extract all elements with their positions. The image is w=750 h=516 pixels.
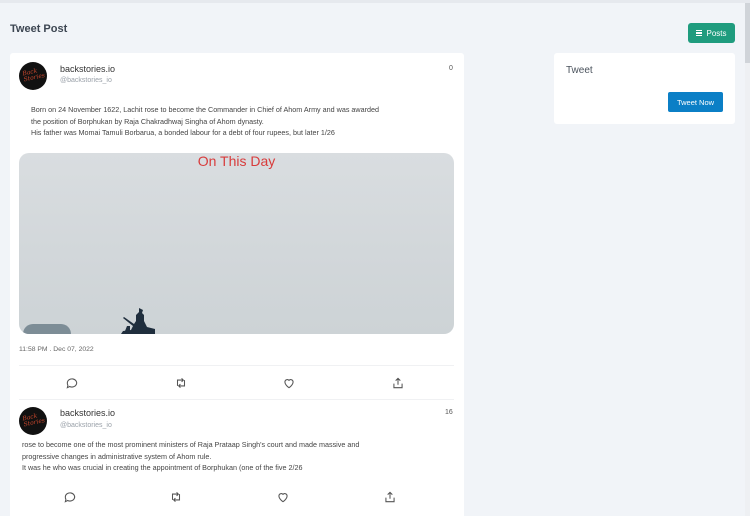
tweet-text-line: It was he who was crucial in creating th… <box>22 463 303 472</box>
heart-icon[interactable] <box>275 489 291 505</box>
share-icon[interactable] <box>382 489 398 505</box>
tweet-text: Born on 24 November 1622, Lachit rose to… <box>31 104 379 139</box>
statue-silhouette <box>121 308 155 334</box>
tweet-author-handle: @backstories_io <box>60 422 112 429</box>
heart-icon[interactable] <box>281 375 297 391</box>
tweet-count: 0 <box>449 65 453 72</box>
bars-icon <box>696 29 703 37</box>
avatar-text: Back Stories <box>21 67 46 84</box>
tweet-author-name[interactable]: backstories.io <box>60 64 115 74</box>
scrollbar[interactable] <box>745 3 750 516</box>
comment-icon[interactable] <box>64 375 80 391</box>
tweet-text: rose to become one of the most prominent… <box>22 439 359 474</box>
tweet-author-handle: @backstories_io <box>60 77 112 84</box>
tweet-card: Back Stories backstories.io @backstories… <box>10 53 464 399</box>
tweet-card: Back Stories backstories.io @backstories… <box>10 399 464 516</box>
tweet-timestamp: 11:58 PM . Dec 07, 2022 <box>19 346 94 353</box>
posts-button-label: Posts <box>706 28 727 38</box>
tweet-actions <box>10 489 464 505</box>
avatar-text: Back Stories <box>21 412 46 429</box>
share-icon[interactable] <box>390 375 406 391</box>
tweet-media-image[interactable]: On This Day <box>19 153 454 334</box>
tweet-author-name[interactable]: backstories.io <box>60 408 115 418</box>
avatar[interactable]: Back Stories <box>19 407 47 435</box>
hill-shape <box>23 324 71 334</box>
tweet-feed: Back Stories backstories.io @backstories… <box>10 53 464 516</box>
comment-icon[interactable] <box>62 489 78 505</box>
tweet-text-line: His father was Momai Tamuli Borbarua, a … <box>31 128 335 137</box>
tweet-text-line: Born on 24 November 1622, Lachit rose to… <box>31 105 379 114</box>
media-title: On This Day <box>197 153 276 169</box>
tweet-text-line: rose to become one of the most prominent… <box>22 440 360 449</box>
divider <box>19 365 454 366</box>
top-border <box>0 0 750 3</box>
tweet-actions <box>10 375 464 391</box>
retweet-icon[interactable] <box>168 489 184 505</box>
tweet-text-line: progressive changes in administrative sy… <box>22 451 212 461</box>
tweet-compose-card: Tweet Tweet Now <box>554 53 735 124</box>
scrollbar-thumb[interactable] <box>745 3 750 63</box>
posts-button[interactable]: Posts <box>688 23 735 43</box>
retweet-icon[interactable] <box>173 375 189 391</box>
tweet-now-button[interactable]: Tweet Now <box>668 92 723 112</box>
tweet-text-line: the position of Borphukan by Raja Chakra… <box>31 116 264 126</box>
tweet-count: 16 <box>445 409 453 416</box>
compose-card-title: Tweet <box>566 65 593 76</box>
avatar[interactable]: Back Stories <box>19 62 47 90</box>
page-title: Tweet Post <box>10 23 68 35</box>
